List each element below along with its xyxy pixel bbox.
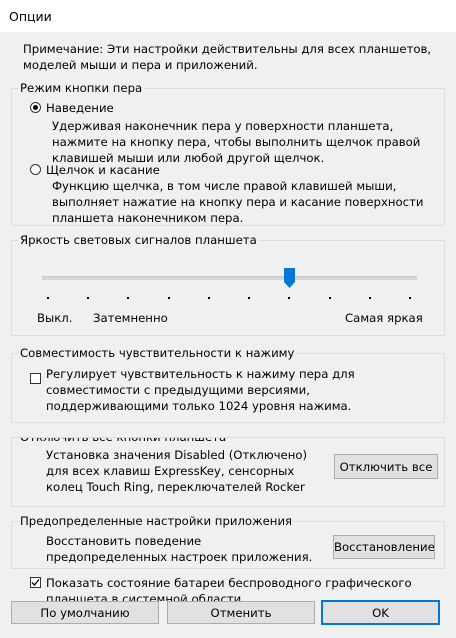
disable-buttons-desc-clip: Установка значения Disabled (Отключено) … <box>46 447 331 495</box>
radio-click-touch-label[interactable]: Щелчок и касание <box>46 162 160 178</box>
compat-checkbox-label[interactable]: Регулирует чувствительность к нажиму пер… <box>46 366 436 414</box>
slider-tick <box>328 297 331 299</box>
slider-tick <box>167 297 170 299</box>
presets-description: Восстановить поведение предопределенных … <box>46 534 313 564</box>
battery-label-clip: Показать состояние батареи беспроводного… <box>46 575 446 601</box>
battery-checkbox[interactable] <box>30 577 41 588</box>
radio-hover-description: Удерживая наконечник пера у поверхности … <box>52 119 421 165</box>
pen-mode-legend: Режим кнопки пера <box>18 80 145 96</box>
brightness-max-label: Самая яркая <box>345 311 423 325</box>
disable-all-button[interactable]: Отключить все <box>334 454 438 479</box>
radio-click-touch-description: Функцию щелчка, в том числе правой клави… <box>52 179 424 225</box>
brightness-min-label: Выкл. <box>37 311 73 325</box>
brightness-mid-label: Затемненно <box>93 311 168 325</box>
presets-legend: Предопределенные настройки приложения <box>18 513 295 529</box>
note-text: Примечание: Эти настройки действительны … <box>23 42 432 72</box>
slider-tick <box>368 297 371 299</box>
slider-tick <box>248 297 251 299</box>
slider-tick <box>47 297 49 299</box>
slider-tick <box>87 297 90 299</box>
disable-buttons-description: Установка значения Disabled (Отключено) … <box>46 448 308 494</box>
radio-click-touch[interactable] <box>30 164 41 175</box>
brightness-slider-track[interactable] <box>42 276 417 280</box>
brightness-legend: Яркость световых сигналов планшета <box>18 232 259 248</box>
radio-hover-label[interactable]: Наведение <box>46 100 114 116</box>
window-title: Опции <box>9 9 52 24</box>
title-bar: Опции <box>0 0 456 32</box>
cancel-button[interactable]: Отменить <box>167 601 315 624</box>
disable-buttons-legend: Отключить все кнопки планшета <box>18 438 229 445</box>
slider-tick <box>409 297 411 299</box>
default-button[interactable]: По умолчанию <box>11 601 159 624</box>
compat-legend: Совместимость чувствительности к нажиму <box>18 345 297 361</box>
radio-selected-dot <box>33 105 38 110</box>
brightness-slider-thumb[interactable] <box>283 268 295 288</box>
slider-tick <box>207 297 210 299</box>
ok-button[interactable]: OK <box>321 600 440 625</box>
radio-hover[interactable] <box>30 102 41 113</box>
slider-tick <box>288 297 291 299</box>
restore-button[interactable]: Восстановление <box>333 535 435 559</box>
compat-checkbox[interactable] <box>30 373 41 384</box>
slider-tick <box>127 297 130 299</box>
checkmark-icon <box>31 579 40 586</box>
battery-checkbox-label[interactable]: Показать состояние батареи беспроводного… <box>46 575 441 601</box>
